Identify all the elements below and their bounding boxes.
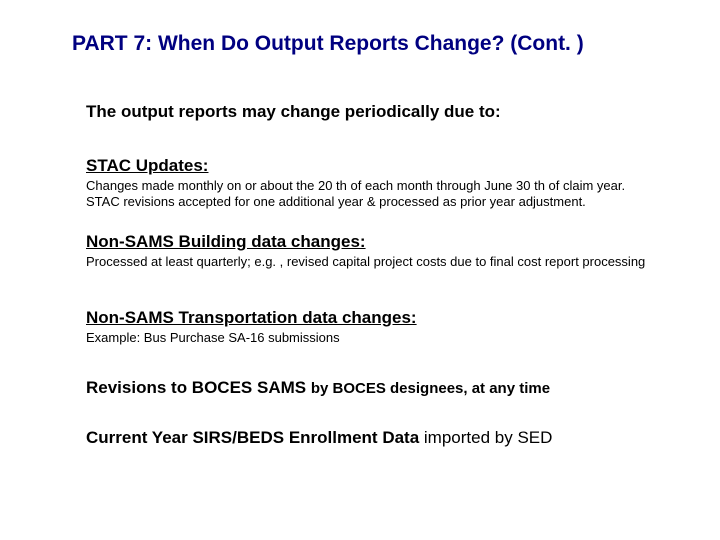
section-body: Example: Bus Purchase SA-16 submissions [86,330,646,346]
line-bold: Current Year SIRS/BEDS Enrollment Data [86,428,424,447]
slide-title: PART 7: When Do Output Reports Change? (… [72,32,584,56]
line-bold: Revisions to BOCES SAMS [86,378,311,397]
line-boces: Revisions to BOCES SAMS by BOCES designe… [86,378,666,398]
section-heading: Non-SAMS Transportation data changes: [86,308,646,328]
line-rest: by BOCES designees, at any time [311,380,550,397]
intro-line: The output reports may change periodical… [86,102,501,122]
section-body: Processed at least quarterly; e.g. , rev… [86,254,646,270]
slide: PART 7: When Do Output Reports Change? (… [0,0,720,540]
section-heading: STAC Updates: [86,156,646,176]
section-transportation: Non-SAMS Transportation data changes: Ex… [86,308,646,346]
section-body: Changes made monthly on or about the 20 … [86,178,646,211]
line-sirs: Current Year SIRS/BEDS Enrollment Data i… [86,428,666,448]
section-building: Non-SAMS Building data changes: Processe… [86,232,646,270]
line-rest: imported by SED [424,428,553,447]
section-heading: Non-SAMS Building data changes: [86,232,646,252]
section-stac: STAC Updates: Changes made monthly on or… [86,156,646,211]
